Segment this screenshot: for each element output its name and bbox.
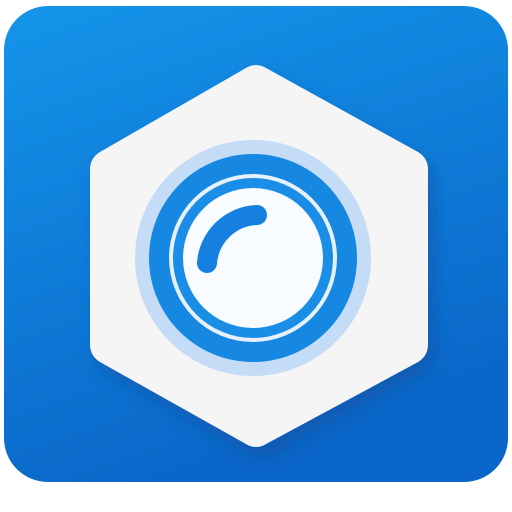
screen — [0, 0, 512, 512]
app-icon[interactable] — [0, 0, 512, 512]
camera-lens-icon — [135, 140, 371, 376]
